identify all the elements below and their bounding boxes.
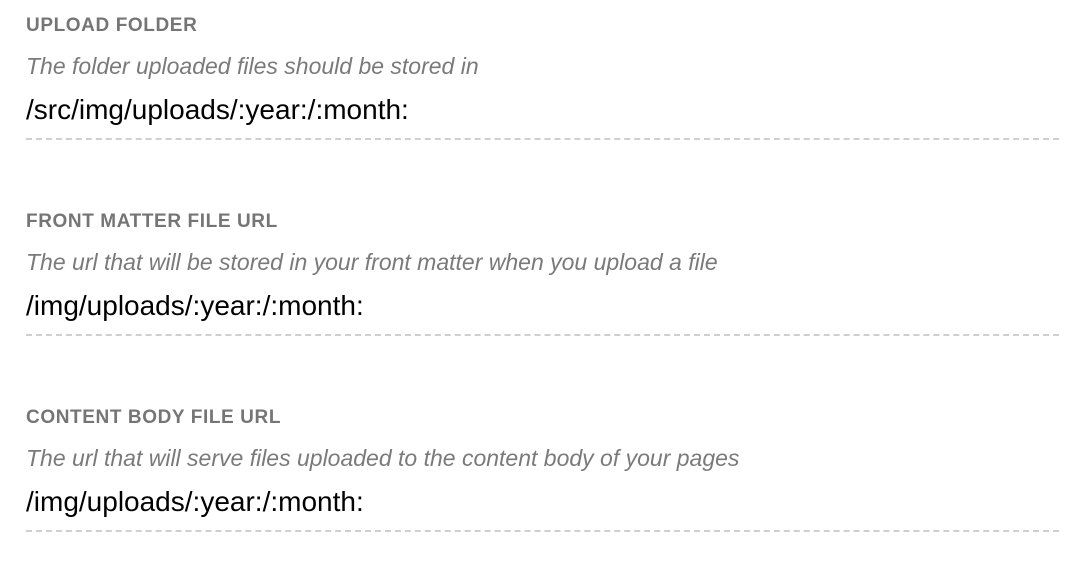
- upload-folder-field: UPLOAD FOLDER The folder uploaded files …: [26, 14, 1059, 140]
- content-body-file-url-input[interactable]: [26, 486, 1059, 532]
- front-matter-file-url-label: FRONT MATTER FILE URL: [26, 211, 278, 232]
- front-matter-file-url-description: The url that will be stored in your fron…: [26, 249, 718, 275]
- settings-panel: UPLOAD FOLDER The folder uploaded files …: [0, 0, 1080, 567]
- upload-folder-input[interactable]: [26, 94, 1059, 140]
- upload-folder-description: The folder uploaded files should be stor…: [26, 53, 479, 79]
- front-matter-file-url-field: FRONT MATTER FILE URL The url that will …: [26, 210, 1059, 336]
- upload-folder-label: UPLOAD FOLDER: [26, 15, 198, 36]
- content-body-file-url-field: CONTENT BODY FILE URL The url that will …: [26, 406, 1059, 532]
- content-body-file-url-label: CONTENT BODY FILE URL: [26, 407, 282, 428]
- content-body-file-url-description: The url that will serve files uploaded t…: [26, 445, 740, 471]
- front-matter-file-url-input[interactable]: [26, 290, 1059, 336]
